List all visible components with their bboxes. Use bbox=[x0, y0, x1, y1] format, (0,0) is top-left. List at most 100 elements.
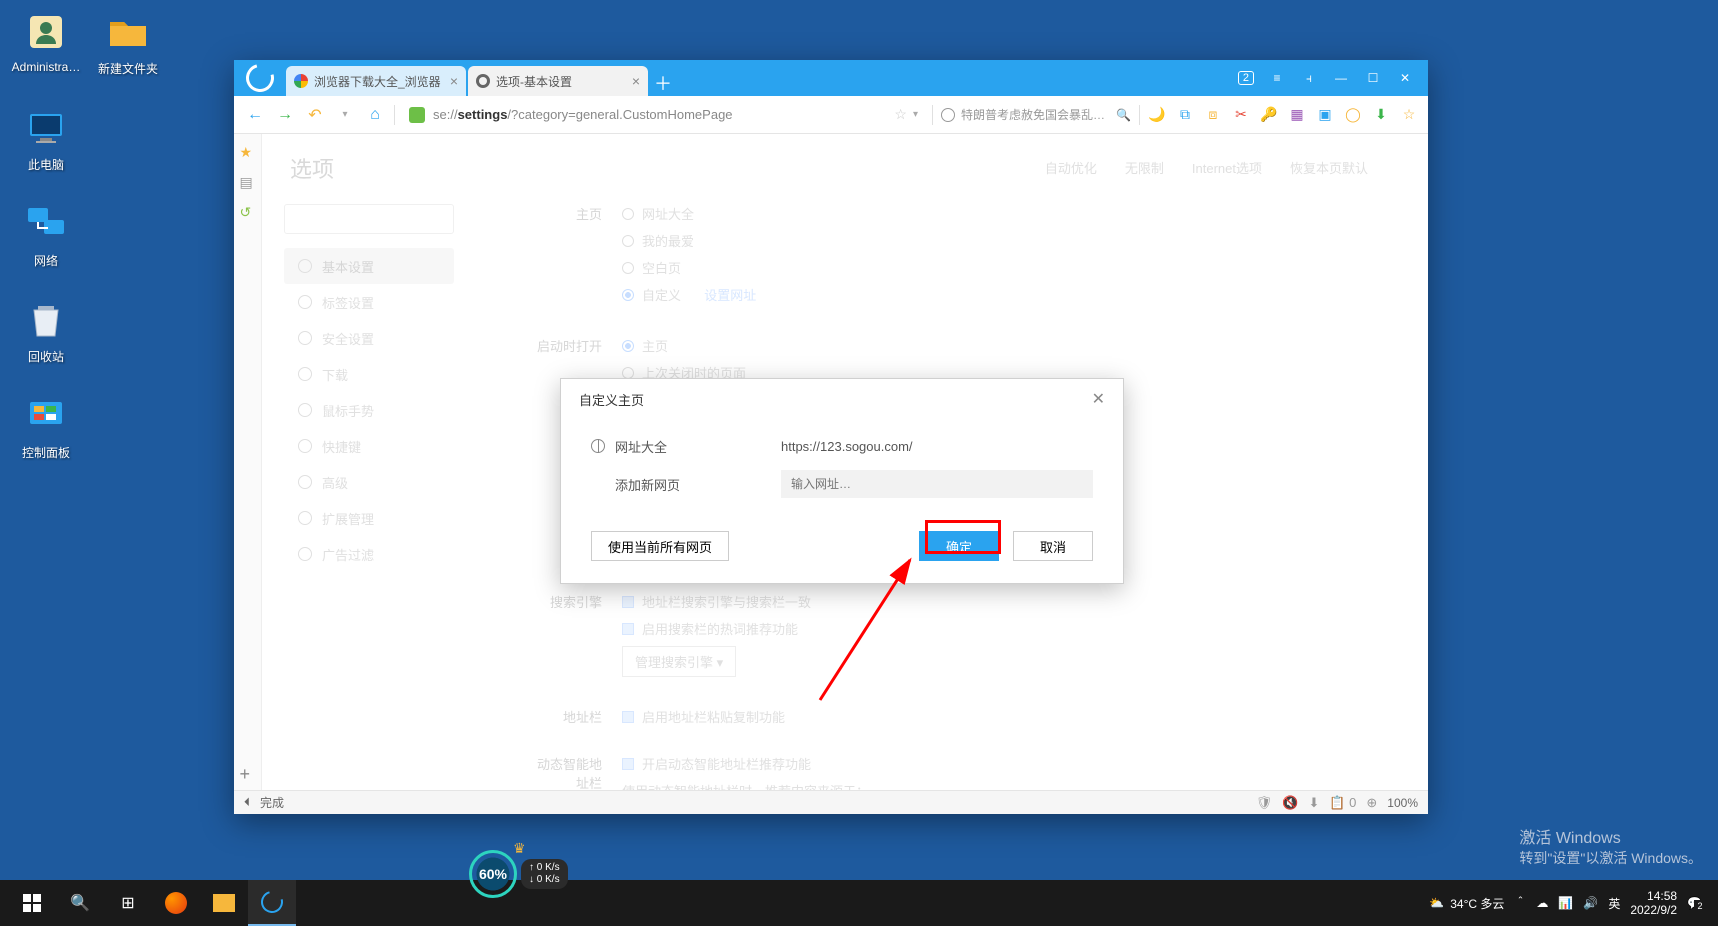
page-tab[interactable]: 无限制 bbox=[1125, 158, 1164, 177]
screenshot-icon[interactable]: ⧈ bbox=[1204, 106, 1222, 124]
set-url-link[interactable]: 设置网址 bbox=[704, 285, 756, 304]
dialog-close-icon[interactable]: ✕ bbox=[1092, 389, 1105, 409]
recycle-icon bbox=[22, 296, 70, 344]
minimize-button[interactable]: — bbox=[1332, 69, 1350, 87]
search-icon[interactable]: 🔍 bbox=[1116, 108, 1131, 122]
checkbox-opt[interactable]: 地址栏搜索引擎与搜索栏一致 bbox=[622, 592, 1398, 611]
status-download-icon[interactable]: ⬇ bbox=[1308, 795, 1319, 811]
menu-icon[interactable]: ≡ bbox=[1268, 69, 1286, 87]
tray-volume-icon[interactable]: 🔊 bbox=[1583, 896, 1598, 910]
maximize-button[interactable]: ☐ bbox=[1364, 69, 1382, 87]
desktop-icon-recycle[interactable]: 回收站 bbox=[8, 296, 84, 365]
tray-chevron[interactable]: ＾ bbox=[1514, 895, 1526, 912]
radio-opt[interactable]: 空白页 bbox=[622, 258, 1398, 277]
status-mute-icon[interactable]: 🔇 bbox=[1282, 795, 1298, 811]
desktop-icon-thispc[interactable]: 此电脑 bbox=[8, 104, 84, 173]
screen-icon[interactable]: ▣ bbox=[1316, 106, 1334, 124]
desktop-icon-network[interactable]: 网络 bbox=[8, 200, 84, 269]
page-tab[interactable]: 恢复本页默认 bbox=[1290, 158, 1368, 177]
taskbar-firefox[interactable] bbox=[152, 880, 200, 926]
download-icon[interactable]: ⬇ bbox=[1372, 106, 1390, 124]
history-icon[interactable]: ↺ bbox=[240, 204, 256, 220]
grid-icon[interactable]: ▦ bbox=[1288, 106, 1306, 124]
sidebar-item-advanced[interactable]: 高级 bbox=[284, 464, 454, 500]
desktop-icon-admin[interactable]: Administra… bbox=[8, 8, 84, 74]
desktop-icon-folder[interactable]: 新建文件夹 bbox=[90, 8, 166, 77]
fav-star-icon[interactable]: ☆ bbox=[1400, 106, 1418, 124]
start-button[interactable] bbox=[8, 880, 56, 926]
addr-dropdown[interactable]: ▾ bbox=[913, 109, 918, 120]
status-adblock[interactable]: 📋 0 bbox=[1329, 795, 1356, 811]
new-tab-button[interactable]: ＋ bbox=[650, 70, 676, 96]
scissors-icon[interactable]: ✂ bbox=[1232, 106, 1250, 124]
circle-icon[interactable]: ◯ bbox=[1344, 106, 1362, 124]
tab-settings[interactable]: 选项-基本设置 × bbox=[468, 66, 648, 96]
sidebar-item-basic[interactable]: 基本设置 bbox=[284, 248, 454, 284]
search-hint: 特朗普考虑赦免国会暴乱参与 bbox=[961, 106, 1110, 123]
tray-network-icon[interactable]: 📊 bbox=[1558, 896, 1573, 910]
taskbar-explorer[interactable] bbox=[200, 880, 248, 926]
download-icon bbox=[298, 367, 312, 381]
checkbox-opt[interactable]: 启用地址栏粘贴复制功能 bbox=[622, 707, 1398, 726]
new-url-input[interactable] bbox=[781, 470, 1093, 498]
tab-close-icon[interactable]: × bbox=[632, 73, 640, 89]
watermark-line2: 转到"设置"以激活 Windows。 bbox=[1519, 848, 1702, 868]
sidebar-item-tabs[interactable]: 标签设置 bbox=[284, 284, 454, 320]
page-tab[interactable]: 自动优化 bbox=[1045, 158, 1097, 177]
collapse-sidebar-icon[interactable]: ⏴ bbox=[244, 795, 250, 810]
checkbox-opt[interactable]: 使用动态智能地址栏时，推荐内容来源于： bbox=[622, 781, 1398, 790]
address-bar[interactable]: se:// settings /?category=general.Custom… bbox=[403, 102, 924, 128]
sidebar-item-gesture[interactable]: 鼠标手势 bbox=[284, 392, 454, 428]
desktop-icon-control[interactable]: 控制面板 bbox=[8, 392, 84, 461]
tab-close-icon[interactable]: × bbox=[450, 73, 458, 89]
undo-button[interactable]: ↶ bbox=[304, 104, 326, 126]
back-button[interactable]: ← bbox=[244, 104, 266, 126]
dialog-footer: 使用当前所有网页 确定 取消 bbox=[561, 521, 1123, 583]
sidebar-item-shortcut[interactable]: 快捷键 bbox=[284, 428, 454, 464]
manage-search-select[interactable]: 管理搜索引擎 ▾ bbox=[622, 646, 736, 677]
radio-opt[interactable]: 主页 bbox=[622, 336, 1398, 355]
night-mode-icon[interactable]: 🌙 bbox=[1148, 106, 1166, 124]
popup-icon[interactable]: ⧉ bbox=[1176, 106, 1194, 124]
home-button[interactable]: ⌂ bbox=[364, 104, 386, 126]
undo-dropdown[interactable]: ▾ bbox=[334, 104, 356, 126]
search-box[interactable]: 特朗普考虑赦免国会暴乱参与 🔍 bbox=[941, 106, 1131, 123]
sidebar-label: 高级 bbox=[322, 473, 348, 492]
speed-widget[interactable]: ♛ 60% ↑ 0 K/s ↓ 0 K/s bbox=[469, 850, 579, 898]
add-panel-icon[interactable]: + bbox=[240, 764, 256, 780]
zoom-icon[interactable]: ⊕ bbox=[1366, 795, 1377, 811]
page-tab[interactable]: Internet选项 bbox=[1192, 158, 1262, 177]
checkbox-opt[interactable]: 启用搜索栏的热词推荐功能 bbox=[622, 619, 1398, 638]
reading-list-icon[interactable]: ▤ bbox=[240, 174, 256, 190]
cancel-button[interactable]: 取消 bbox=[1013, 531, 1093, 561]
tab-count-badge[interactable]: 2 bbox=[1238, 71, 1254, 85]
bookmark-star-icon[interactable]: ☆ bbox=[894, 106, 907, 123]
clock[interactable]: 14:58 2022/9/2 bbox=[1630, 889, 1677, 917]
radio-opt[interactable]: 自定义 设置网址 bbox=[622, 285, 1398, 304]
search-button[interactable]: 🔍 bbox=[56, 880, 104, 926]
radio-opt[interactable]: 网址大全 bbox=[622, 204, 1398, 223]
sidebar-item-security[interactable]: 安全设置 bbox=[284, 320, 454, 356]
ok-button[interactable]: 确定 bbox=[919, 531, 999, 561]
status-shield-icon[interactable]: 🛡 bbox=[1256, 795, 1273, 811]
use-all-pages-button[interactable]: 使用当前所有网页 bbox=[591, 531, 729, 561]
taskbar-sogou[interactable] bbox=[248, 880, 296, 926]
task-view-button[interactable]: ⊞ bbox=[104, 880, 152, 926]
checkbox-opt[interactable]: 开启动态智能地址栏推荐功能 bbox=[622, 754, 1398, 773]
notifications-icon[interactable]: 💬 bbox=[1687, 896, 1702, 910]
bookmark-icon[interactable]: ★ bbox=[240, 144, 256, 160]
weather-widget[interactable]: ⛅ 34°C 多云 bbox=[1429, 895, 1504, 912]
sidebar-item-adblock[interactable]: 广告过滤 bbox=[284, 536, 454, 572]
close-button[interactable]: ✕ bbox=[1396, 69, 1414, 87]
tab-downloads[interactable]: 浏览器下载大全_浏览器 × bbox=[286, 66, 466, 96]
forward-button[interactable]: → bbox=[274, 104, 296, 126]
sidebar-item-download[interactable]: 下载 bbox=[284, 356, 454, 392]
sidebar-item-ext[interactable]: 扩展管理 bbox=[284, 500, 454, 536]
extensions-icon[interactable]: ⫞ bbox=[1300, 69, 1318, 87]
settings-search[interactable] bbox=[284, 204, 454, 234]
key-icon[interactable]: 🔑 bbox=[1260, 106, 1278, 124]
dialog-row-addnew: 添加新网页 bbox=[591, 465, 1093, 503]
radio-opt[interactable]: 我的最爱 bbox=[622, 231, 1398, 250]
tray-cloud-icon[interactable]: ☁ bbox=[1536, 896, 1548, 910]
tray-ime-icon[interactable]: 英 bbox=[1608, 895, 1620, 912]
